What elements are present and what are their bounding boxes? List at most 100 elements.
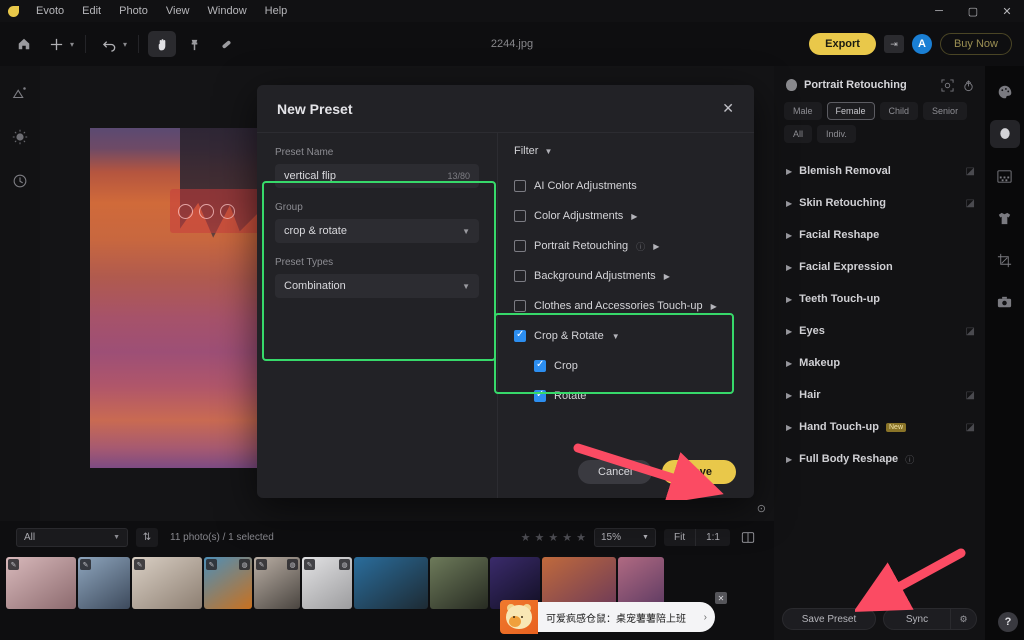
split-view-icon[interactable] [738,528,758,547]
minimize-button[interactable]: ─ [922,0,956,22]
section-blemish-removal[interactable]: ▶ Blemish Removal ◪ [784,155,975,187]
checkbox-rotate[interactable]: Rotate [514,381,738,411]
group-select[interactable]: crop & rotate ▼ [275,219,479,243]
edit-icon[interactable]: ◪ [966,326,975,337]
close-icon[interactable]: ✕ [722,100,734,117]
section-facial-reshape[interactable]: ▶ Facial Reshape [784,219,975,251]
checkbox-icon[interactable] [514,180,526,192]
zoom-select[interactable]: 15% ▼ [593,527,656,547]
star-3[interactable]: ★ [548,531,558,544]
checkbox-icon[interactable] [514,300,526,312]
list-item[interactable] [354,557,428,609]
star-1[interactable]: ★ [521,531,531,544]
clone-stamp-icon[interactable] [180,31,208,57]
info-icon[interactable]: ⓘ [636,240,645,253]
hand-icon[interactable] [148,31,177,57]
brightness-icon[interactable] [7,124,33,150]
chevron-right-icon[interactable]: ▶ [664,272,670,281]
history-icon[interactable] [7,168,33,194]
close-button[interactable]: ✕ [990,0,1024,22]
pill-indiv[interactable]: Indiv. [817,125,856,143]
section-eyes[interactable]: ▶ Eyes ◪ [784,315,975,347]
buy-now-button[interactable]: Buy Now [939,33,1012,55]
sync-settings-icon[interactable]: ⚙ [950,609,976,629]
close-icon[interactable]: ✕ [715,592,727,604]
checkbox-ai-color-adjustments[interactable]: AI Color Adjustments [514,171,738,201]
star-5[interactable]: ★ [576,531,586,544]
checkbox-icon[interactable] [534,359,546,372]
save-button[interactable]: Save [662,460,736,484]
notification-toast[interactable]: 可爱疯感仓鼠：桌宠薯薯陪上班 › ✕ [500,592,727,634]
reset-icon[interactable] [961,78,975,92]
checkbox-portrait-retouching[interactable]: Portrait Retouching ⓘ ▶ [514,231,738,261]
chevron-right-icon[interactable]: ▶ [653,242,659,251]
avatar[interactable]: A [911,34,932,54]
checkbox-icon[interactable] [514,270,526,282]
pill-female[interactable]: Female [826,102,875,120]
list-item[interactable]: ✎ [132,557,202,609]
help-button[interactable]: ? [998,612,1018,632]
palette-icon[interactable] [990,78,1020,106]
section-hair[interactable]: ▶ Hair ◪ [784,379,975,411]
menu-item-evoto[interactable]: Evoto [27,3,73,19]
preset-name-input[interactable]: vertical flip 13/80 [275,164,479,188]
cancel-button[interactable]: Cancel [578,460,653,484]
save-preset-button[interactable]: Save Preset [782,608,876,630]
pill-senior[interactable]: Senior [923,102,968,120]
undo-chevron-down-icon[interactable]: ▾ [123,40,127,49]
edit-icon[interactable]: ◪ [966,390,975,401]
section-makeup[interactable]: ▶ Makeup [784,347,975,379]
checkbox-background-adjustments[interactable]: Background Adjustments ▶ [514,261,738,291]
edit-icon[interactable]: ◪ [966,198,975,209]
menu-item-photo[interactable]: Photo [110,3,157,19]
preset-types-select[interactable]: Combination ▼ [275,274,479,298]
checkbox-icon[interactable] [514,240,526,252]
section-hand-touch-up[interactable]: ▶ Hand Touch-up New ◪ [784,411,975,443]
chevron-right-icon[interactable]: › [704,612,707,623]
undo-icon[interactable] [95,31,123,57]
checkbox-clothes-accessories-touch-up[interactable]: Clothes and Accessories Touch-up ▶ [514,291,738,321]
filter-header[interactable]: Filter ▼ [514,145,738,157]
sync-button[interactable]: Sync [884,609,950,629]
export-button[interactable]: Export [809,33,876,55]
canvas-photo[interactable] [90,128,263,468]
checkbox-crop-rotate[interactable]: Crop & Rotate ▼ [514,321,738,351]
star-4[interactable]: ★ [562,531,572,544]
one-to-one-button[interactable]: 1:1 [695,528,730,546]
chevron-right-icon[interactable]: ▶ [631,212,637,221]
chevron-right-icon[interactable]: ▶ [711,302,717,311]
ai-image-icon[interactable] [7,80,33,106]
toast-content[interactable]: 可爱疯感仓鼠：桌宠薯薯陪上班 › [538,602,715,632]
healing-brush-icon[interactable] [212,31,240,57]
checkbox-crop[interactable]: Crop [514,351,738,381]
star-rating[interactable]: ★ ★ ★ ★ ★ [521,531,586,544]
background-icon[interactable] [990,162,1020,190]
edit-icon[interactable]: ◪ [966,166,975,177]
section-skin-retouching[interactable]: ▶ Skin Retouching ◪ [784,187,975,219]
pill-male[interactable]: Male [784,102,822,120]
pill-child[interactable]: Child [879,102,919,120]
list-item[interactable]: ✎ ◍ [254,557,300,609]
list-item[interactable]: ✎ ◍ [302,557,352,609]
section-full-body-reshape[interactable]: ▶ Full Body Reshape ⓘ [784,443,975,475]
checkbox-color-adjustments[interactable]: Color Adjustments ▶ [514,201,738,231]
home-icon[interactable] [10,31,38,57]
menu-item-help[interactable]: Help [256,3,297,19]
face-retouch-icon[interactable] [989,120,1020,148]
filter-select[interactable]: All ▼ [16,527,128,547]
menu-item-view[interactable]: View [157,3,199,19]
plus-icon[interactable] [42,31,70,57]
list-item[interactable]: ✎ ◍ [204,557,252,609]
info-icon[interactable]: ⓘ [905,453,914,466]
list-item[interactable]: ✎ [78,557,130,609]
export-to-icon[interactable]: ⇥ [883,35,904,53]
face-detect-icon[interactable] [940,78,954,92]
list-item[interactable] [430,557,488,609]
chevron-down-icon[interactable]: ▼ [612,332,620,341]
star-2[interactable]: ★ [534,531,544,544]
fit-button[interactable]: Fit [664,529,695,546]
section-teeth-touch-up[interactable]: ▶ Teeth Touch-up [784,283,975,315]
pill-all[interactable]: All [784,125,813,143]
checkbox-icon[interactable] [534,389,546,402]
menu-item-window[interactable]: Window [199,3,256,19]
